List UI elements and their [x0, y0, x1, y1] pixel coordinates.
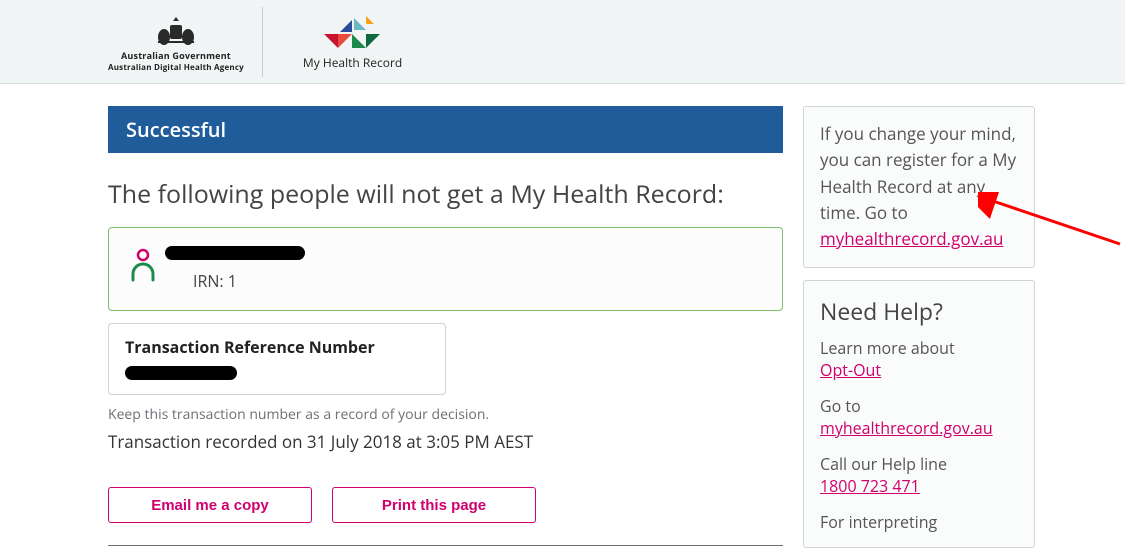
button-row: Email me a copy Print this page — [108, 487, 783, 523]
gov-text-line2: Australian Digital Health Agency — [108, 62, 244, 73]
help-learn-section: Learn more about Opt-Out — [820, 337, 1018, 381]
help-interp-section: For interpreting — [820, 511, 1018, 533]
transaction-title: Transaction Reference Number — [125, 336, 429, 358]
print-page-label: Print this page — [382, 497, 486, 514]
help-call-link[interactable]: 1800 723 471 — [820, 475, 920, 497]
change-mind-link[interactable]: myhealthrecord.gov.au — [820, 227, 1003, 250]
email-copy-label: Email me a copy — [151, 497, 269, 514]
help-box: Need Help? Learn more about Opt-Out Go t… — [803, 280, 1035, 548]
help-goto-label: Go to — [820, 395, 1018, 417]
gov-text-line1: Australian Government — [121, 49, 231, 62]
transaction-card: Transaction Reference Number — [108, 323, 446, 395]
side-column: If you change your mind, you can registe… — [803, 106, 1035, 560]
help-call-label: Call our Help line — [820, 453, 1018, 475]
mhr-caption: My Health Record — [303, 54, 402, 71]
person-irn: IRN: 1 — [193, 270, 305, 292]
mhr-logo-icon — [318, 12, 388, 50]
coat-of-arms-icon — [146, 11, 206, 47]
person-card: IRN: 1 — [108, 227, 783, 311]
help-learn-label: Learn more about — [820, 337, 1018, 359]
change-mind-text: If you change your mind, you can registe… — [820, 122, 1016, 224]
main-column: Successful The following people will not… — [108, 106, 783, 560]
gov-logo-block: Australian Government Australian Digital… — [108, 7, 263, 77]
topbar: Australian Government Australian Digital… — [0, 0, 1125, 84]
email-copy-button[interactable]: Email me a copy — [108, 487, 312, 523]
help-interp-label: For interpreting — [820, 511, 1018, 533]
change-mind-box: If you change your mind, you can registe… — [803, 106, 1035, 268]
help-goto-link[interactable]: myhealthrecord.gov.au — [820, 417, 993, 439]
help-learn-link[interactable]: Opt-Out — [820, 359, 881, 381]
transaction-number-redacted — [125, 366, 237, 380]
help-goto-section: Go to myhealthrecord.gov.au — [820, 395, 1018, 439]
help-title: Need Help? — [820, 295, 1018, 327]
mhr-logo-block: My Health Record — [303, 12, 402, 71]
success-banner: Successful — [108, 106, 783, 153]
keep-note: Keep this transaction number as a record… — [108, 405, 783, 424]
divider — [108, 545, 783, 546]
print-page-button[interactable]: Print this page — [332, 487, 536, 523]
recorded-text: Transaction recorded on 31 July 2018 at … — [108, 430, 783, 453]
intro-text: The following people will not get a My H… — [108, 177, 783, 211]
help-call-section: Call our Help line 1800 723 471 — [820, 453, 1018, 497]
person-icon — [131, 248, 155, 287]
success-banner-text: Successful — [126, 116, 226, 143]
person-name-redacted — [165, 246, 305, 260]
